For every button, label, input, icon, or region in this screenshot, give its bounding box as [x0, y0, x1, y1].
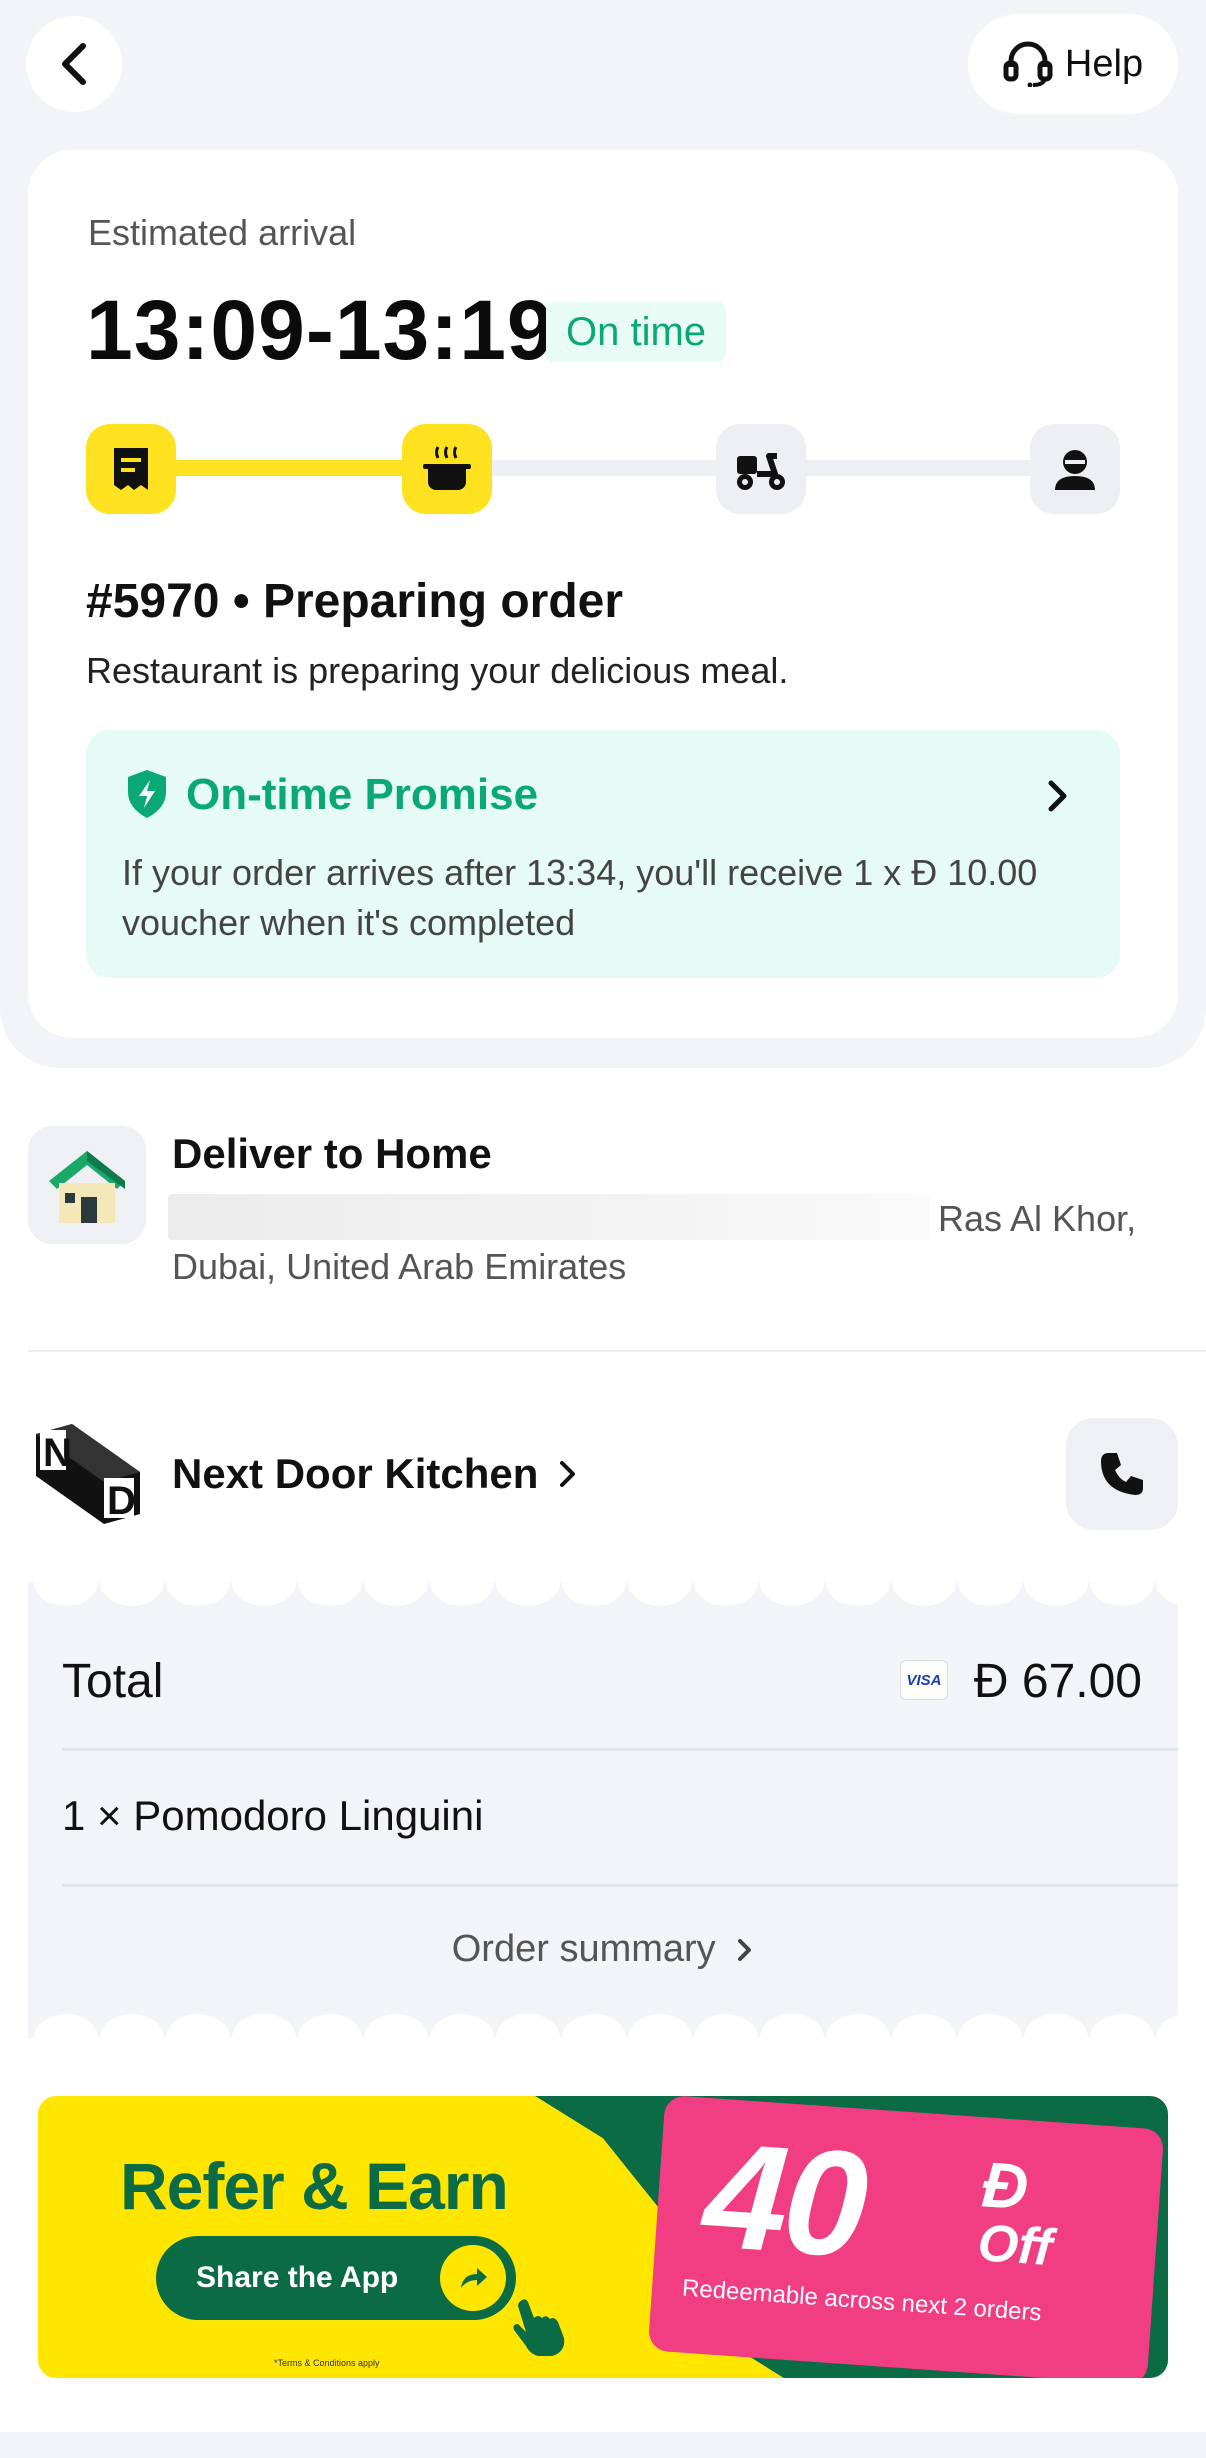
total-label: Total — [62, 1655, 164, 1708]
receipt-scallop — [496, 1582, 560, 1606]
chevron-right-icon — [738, 1939, 752, 1961]
off-label: Off — [975, 2214, 1054, 2278]
receipt-edge-bottom — [28, 2014, 1178, 2038]
total-value: Ð 67.00 — [973, 1655, 1142, 1708]
headset-icon — [1003, 41, 1053, 87]
address-redacted — [168, 1194, 930, 1240]
step-order-placed — [86, 424, 176, 514]
receipt-scallop — [562, 2014, 626, 2038]
back-button[interactable] — [26, 16, 122, 112]
step-on-the-way — [716, 424, 806, 514]
logo-letter-n: N — [43, 1431, 72, 1475]
help-label: Help — [1064, 42, 1144, 85]
receipt-scallop — [298, 2014, 362, 2038]
receipt-scallop — [34, 1582, 98, 1606]
step-preparing — [402, 424, 492, 514]
receipt-scallop — [166, 2014, 230, 2038]
promise-text: If your order arrives after 13:34, you'l… — [122, 852, 1038, 943]
receipt-scallop — [1024, 1582, 1088, 1606]
receipt-scallop — [1156, 2014, 1178, 2038]
divider — [28, 1350, 1206, 1352]
discount-ticket: 40 Ð Off Redeemable across next 2 orders — [647, 2096, 1165, 2378]
receipt-scallop — [958, 1582, 1022, 1606]
receipt-scallop — [496, 2014, 560, 2038]
receipt-scallop — [694, 1582, 758, 1606]
address-line-1: Ras Al Khor, — [938, 1198, 1137, 1239]
receipt-scallop — [34, 2014, 98, 2038]
order-summary-label: Order summary — [451, 1928, 716, 1970]
receipt-scallop — [1156, 1582, 1178, 1606]
order-status-title: #5970 • Preparing order — [86, 575, 624, 628]
deliver-to-title: Deliver to Home — [172, 1130, 492, 1177]
receipt-scallop — [430, 2014, 494, 2038]
receipt-scallop — [1090, 1582, 1154, 1606]
divider — [62, 1748, 1178, 1751]
receipt-edge-top — [28, 1582, 1178, 1606]
share-app-label: Share the App — [196, 2261, 399, 2294]
receipt-scallop — [826, 1582, 890, 1606]
help-button[interactable]: Help — [968, 14, 1178, 114]
discount-amount: 40 — [698, 2110, 870, 2289]
order-receipt: Total VISA Ð 67.00 1 × Pomodoro Linguini… — [28, 1582, 1178, 2038]
receipt-scallop — [826, 2014, 890, 2038]
receipt-scallop — [694, 2014, 758, 2038]
restaurant-logo: N D — [36, 1424, 140, 1524]
receipt-scallop — [232, 2014, 296, 2038]
logo-letter-d: D — [107, 1479, 136, 1523]
step-delivered — [1030, 424, 1120, 514]
hand-pointer-icon — [513, 2299, 565, 2356]
share-arrow-icon — [440, 2245, 506, 2311]
refer-earn-title: Refer & Earn — [120, 2149, 509, 2223]
cooking-pot-icon — [423, 446, 471, 490]
receipt-scallop — [628, 1582, 692, 1606]
redeem-text: Redeemable across next 2 orders — [681, 2274, 1043, 2327]
call-restaurant-button[interactable] — [1066, 1418, 1178, 1530]
order-summary-link[interactable]: Order summary — [28, 1928, 1178, 1971]
address-line-2: Dubai, United Arab Emirates — [172, 1246, 627, 1287]
receipt-scallop — [958, 2014, 1022, 2038]
divider — [62, 1884, 1178, 1887]
eta-card: Estimated arrival 13:09-13:19 On time #5… — [28, 150, 1178, 1038]
chevron-right-icon — [1048, 780, 1067, 812]
receipt-scallop — [628, 2014, 692, 2038]
receipt-scallop — [562, 1582, 626, 1606]
promise-title: On-time Promise — [186, 770, 539, 819]
receipt-scallop — [166, 1582, 230, 1606]
on-time-promise-card[interactable]: On-time Promise If your order arrives af… — [86, 730, 1120, 978]
receipt-scallop — [892, 1582, 956, 1606]
receipt-scallop — [364, 2014, 428, 2038]
visa-card-icon: VISA — [900, 1660, 948, 1700]
restaurant-name: Next Door Kitchen — [172, 1450, 539, 1497]
order-status-description: Restaurant is preparing your delicious m… — [86, 650, 789, 691]
receipt-scallop — [1024, 2014, 1088, 2038]
eta-time: 13:09-13:19 — [86, 283, 555, 377]
receipt-scallop — [430, 1582, 494, 1606]
shield-bolt-icon — [128, 770, 166, 818]
scooter-icon — [737, 453, 785, 490]
home-icon — [28, 1126, 146, 1244]
receipt-scallop — [892, 2014, 956, 2038]
chevron-right-icon — [560, 1461, 576, 1487]
chevron-left-icon — [62, 43, 86, 85]
receipt-scallop — [760, 2014, 824, 2038]
receipt-icon — [114, 448, 148, 490]
share-app-button[interactable]: Share the App — [156, 2236, 516, 2320]
order-item: 1 × Pomodoro Linguini — [62, 1792, 484, 1839]
refer-earn-banner[interactable]: Refer & Earn Share the App *Terms & Cond… — [38, 2096, 1168, 2378]
estimated-arrival-label: Estimated arrival — [88, 212, 357, 253]
receipt-scallop — [232, 1582, 296, 1606]
restaurant-link[interactable]: Next Door Kitchen — [172, 1450, 578, 1498]
receipt-scallop — [760, 1582, 824, 1606]
phone-icon — [1101, 1453, 1143, 1495]
receipt-scallop — [1090, 2014, 1154, 2038]
bottom-strip — [0, 2432, 1206, 2458]
status-badge: On time — [546, 302, 727, 362]
receipt-scallop — [364, 1582, 428, 1606]
receipt-scallop — [100, 2014, 164, 2038]
receipt-scallop — [298, 1582, 362, 1606]
receipt-scallop — [100, 1582, 164, 1606]
terms-text: *Terms & Conditions apply — [274, 2358, 380, 2368]
person-icon — [1055, 450, 1095, 490]
